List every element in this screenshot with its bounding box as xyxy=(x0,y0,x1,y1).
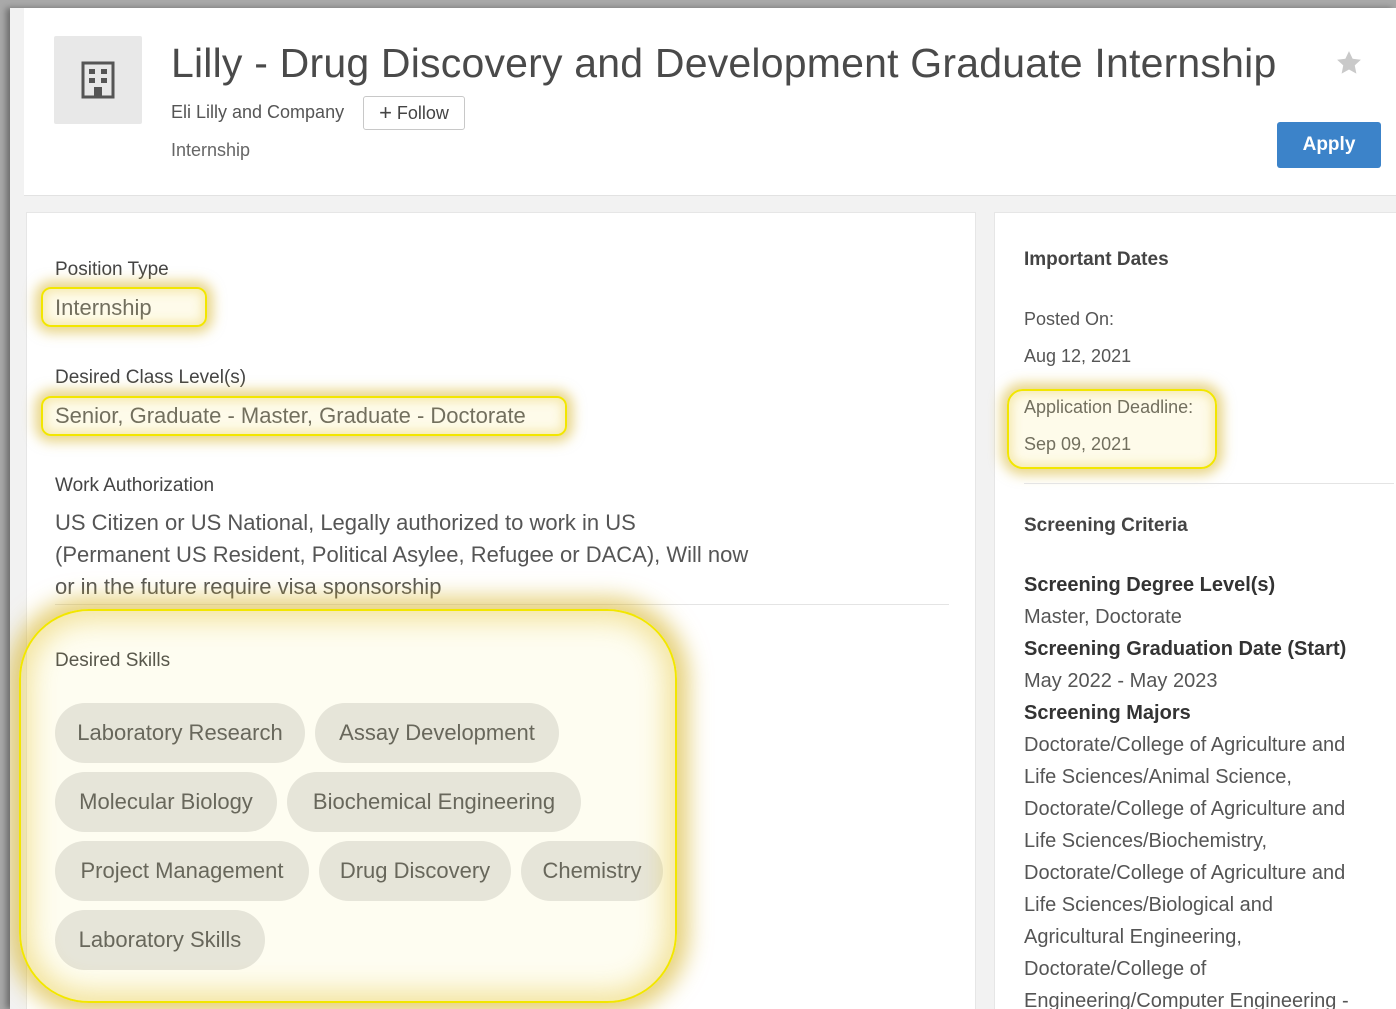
skill-chip: Biochemical Engineering xyxy=(287,772,581,832)
class-level-value: Senior, Graduate - Master, Graduate - Do… xyxy=(55,403,526,428)
follow-label: Follow xyxy=(396,102,449,123)
work-authorization-label: Work Authorization xyxy=(55,475,215,496)
plus-icon: + xyxy=(379,100,392,125)
criteria-value: Master, Doctorate xyxy=(1024,606,1182,628)
criteria-value: Doctorate/College of Agriculture and Lif… xyxy=(1024,734,1349,1009)
skill-chip: Laboratory Skills xyxy=(55,910,265,970)
work-authorization-value: US Citizen or US National, Legally autho… xyxy=(55,510,749,599)
skill-chip: Laboratory Research xyxy=(55,703,305,763)
position-type-value: Internship xyxy=(55,295,152,320)
important-dates-title: Important Dates xyxy=(1024,249,1169,270)
job-title: Lilly - Drug Discovery and Development G… xyxy=(171,40,1277,86)
skill-chip: Molecular Biology xyxy=(55,772,277,832)
criteria-heading: Screening Graduation Date (Start) xyxy=(1024,638,1347,660)
job-details-card: Position Type Internship Desired Class L… xyxy=(19,212,976,1009)
star-icon[interactable] xyxy=(1334,48,1364,78)
deadline-label: Application Deadline: xyxy=(1024,397,1194,417)
apply-button[interactable]: Apply xyxy=(1277,122,1381,168)
criteria-heading: Screening Degree Level(s) xyxy=(1024,574,1276,596)
skill-chip: Project Management xyxy=(55,841,309,901)
position-type-label: Position Type xyxy=(55,259,169,280)
company-link[interactable]: Eli Lilly and Company xyxy=(171,102,344,123)
desired-skills-label: Desired Skills xyxy=(55,650,171,671)
screening-criteria-title: Screening Criteria xyxy=(1024,515,1188,536)
deadline-value: Sep 09, 2021 xyxy=(1024,434,1132,454)
building-icon xyxy=(81,61,115,99)
company-logo xyxy=(54,36,142,124)
skill-chip: Drug Discovery xyxy=(319,841,511,901)
screening-criteria-list: Screening Degree Level(s) Master, Doctor… xyxy=(1024,569,1394,1009)
criteria-heading: Screening Majors xyxy=(1024,702,1191,724)
section-divider xyxy=(55,604,949,605)
job-header: Lilly - Drug Discovery and Development G… xyxy=(24,8,1396,196)
skill-chip: Chemistry xyxy=(521,841,663,901)
follow-button[interactable]: + Follow xyxy=(363,96,465,130)
sidebar-divider xyxy=(1024,483,1394,484)
job-type: Internship xyxy=(171,140,251,160)
screen: Lilly - Drug Discovery and Development G… xyxy=(10,8,1396,1009)
sidebar-card: Important Dates Posted On: Aug 12, 2021 … xyxy=(994,212,1396,1009)
posted-on-value: Aug 12, 2021 xyxy=(1024,346,1132,366)
criteria-value: May 2022 - May 2023 xyxy=(1024,670,1218,692)
class-level-label: Desired Class Level(s) xyxy=(55,367,247,388)
posted-on-label: Posted On: xyxy=(1024,309,1115,329)
skill-chip: Assay Development xyxy=(315,703,559,763)
